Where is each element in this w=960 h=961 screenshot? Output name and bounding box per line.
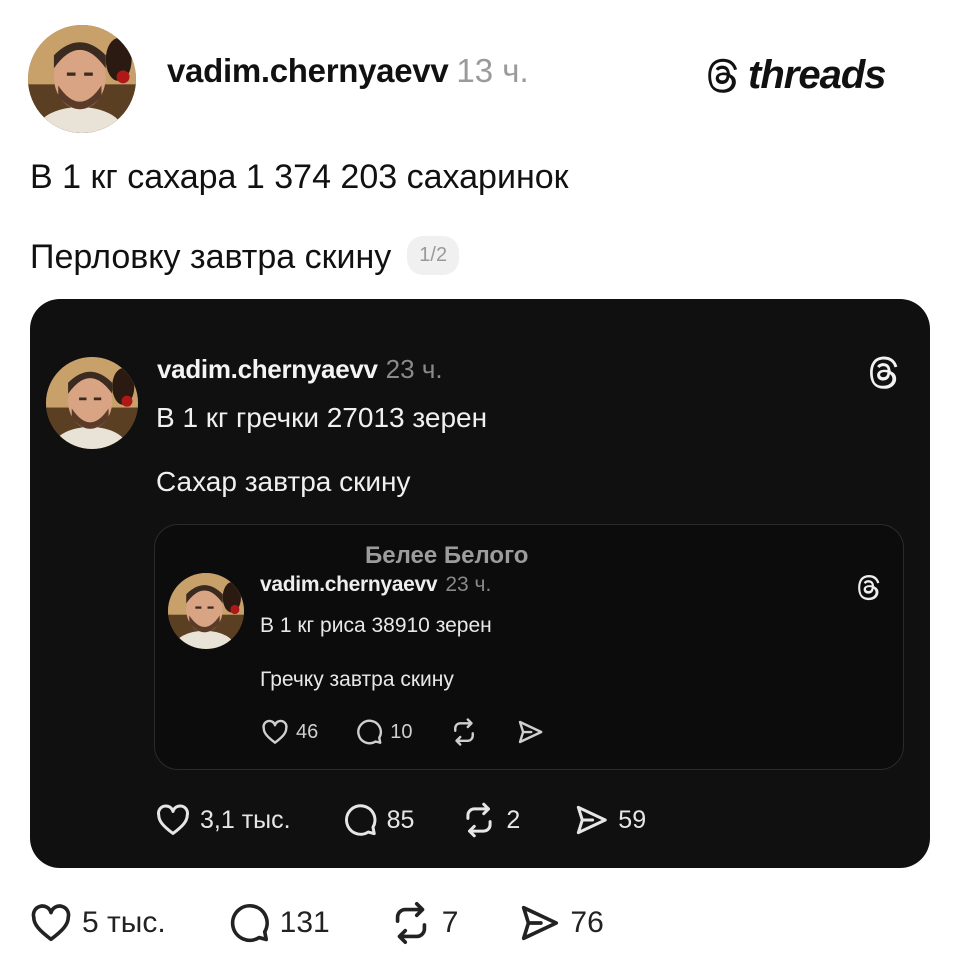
quoted-avatar[interactable] — [46, 357, 138, 449]
quoted-post-header: vadim.chernyaevv 23 ч. — [157, 354, 443, 385]
nested-like-button[interactable]: 46 — [260, 717, 318, 747]
reply-count: 131 — [279, 906, 330, 939]
comment-icon — [354, 717, 384, 747]
nested-action-bar: 46 10 — [260, 717, 581, 747]
heart-icon — [260, 717, 290, 747]
threads-logo-icon — [855, 573, 883, 601]
like-button[interactable]: 5 тыс. — [28, 900, 166, 946]
nested-reply-button[interactable]: 10 — [354, 717, 413, 747]
quoted-post-card[interactable]: vadim.chernyaevv 23 ч. В 1 кг гречки 2701… — [30, 299, 930, 868]
threads-logo-icon — [704, 56, 742, 94]
post-text-line-1: В 1 кг сахара 1 374 203 сахаринок — [30, 158, 569, 196]
avatar[interactable] — [28, 25, 136, 133]
share-icon — [572, 801, 610, 839]
avatar-photo — [46, 357, 138, 449]
nested-quoted-post-card[interactable]: Белее Белого vadim.chernyaevv 23 ч. В 1 к… — [154, 524, 904, 770]
repost-button[interactable]: 7 — [388, 900, 459, 946]
quoted-text-line-1: В 1 кг гречки 27013 зерен — [156, 402, 488, 433]
repost-icon — [449, 717, 479, 747]
repost-count: 7 — [441, 906, 459, 939]
quoted-username[interactable]: vadim.chernyaevv — [157, 354, 378, 384]
nested-repost-button[interactable] — [449, 717, 479, 747]
nested-post-header: vadim.chernyaevv 23 ч. — [260, 573, 491, 597]
post-header: vadim.chernyaevv 13 ч. — [167, 52, 529, 90]
share-icon — [516, 900, 562, 946]
quoted-action-bar: 3,1 тыс. 85 2 59 — [154, 801, 646, 839]
username-link[interactable]: vadim.chernyaevv — [167, 52, 449, 89]
quoted-repost-button[interactable]: 2 — [460, 801, 520, 839]
nested-text-line-2: Гречку завтра скину — [260, 668, 454, 691]
reply-button[interactable]: 131 — [226, 900, 330, 946]
post-time: 13 ч. — [456, 52, 529, 89]
quoted-reply-count: 85 — [386, 805, 415, 834]
page-indicator: 1/2 — [407, 235, 460, 275]
share-count: 76 — [570, 906, 604, 939]
avatar-photo — [28, 25, 136, 133]
quoted-reply-button[interactable]: 85 — [341, 801, 415, 839]
post-text-line-2-label: Перловку завтра скину — [30, 238, 392, 276]
watermark-text: Белее Белого — [365, 542, 529, 569]
heart-icon — [154, 801, 192, 839]
like-count: 5 тыс. — [82, 906, 166, 939]
quoted-like-button[interactable]: 3,1 тыс. — [154, 801, 291, 839]
nested-like-count: 46 — [296, 720, 319, 743]
share-button[interactable]: 76 — [516, 900, 604, 946]
quoted-repost-count: 2 — [506, 805, 521, 834]
comment-icon — [341, 801, 379, 839]
quoted-like-count: 3,1 тыс. — [200, 805, 291, 834]
comment-icon — [226, 900, 272, 946]
threads-wordmark: threads — [748, 52, 886, 97]
post-action-bar: 5 тыс. 131 7 76 — [28, 900, 604, 946]
repost-icon — [460, 801, 498, 839]
repost-icon — [388, 900, 434, 946]
avatar-photo — [168, 573, 244, 649]
nested-username[interactable]: vadim.chernyaevv — [260, 573, 438, 596]
post-text-line-2: Перловку завтра скину 1/2 — [30, 235, 460, 279]
heart-icon — [28, 900, 74, 946]
nested-time: 23 ч. — [445, 573, 492, 596]
nested-reply-count: 10 — [390, 720, 413, 743]
quoted-text-line-2: Сахар завтра скину — [156, 466, 411, 497]
share-icon — [515, 717, 545, 747]
quoted-share-button[interactable]: 59 — [572, 801, 646, 839]
threads-logo: threads — [704, 52, 886, 98]
nested-share-button[interactable] — [515, 717, 545, 747]
nested-avatar[interactable] — [168, 573, 244, 649]
nested-text-line-1: В 1 кг риса 38910 зерен — [260, 614, 492, 637]
quoted-share-count: 59 — [618, 805, 647, 834]
threads-logo-icon — [866, 354, 902, 390]
quoted-time: 23 ч. — [385, 354, 443, 384]
